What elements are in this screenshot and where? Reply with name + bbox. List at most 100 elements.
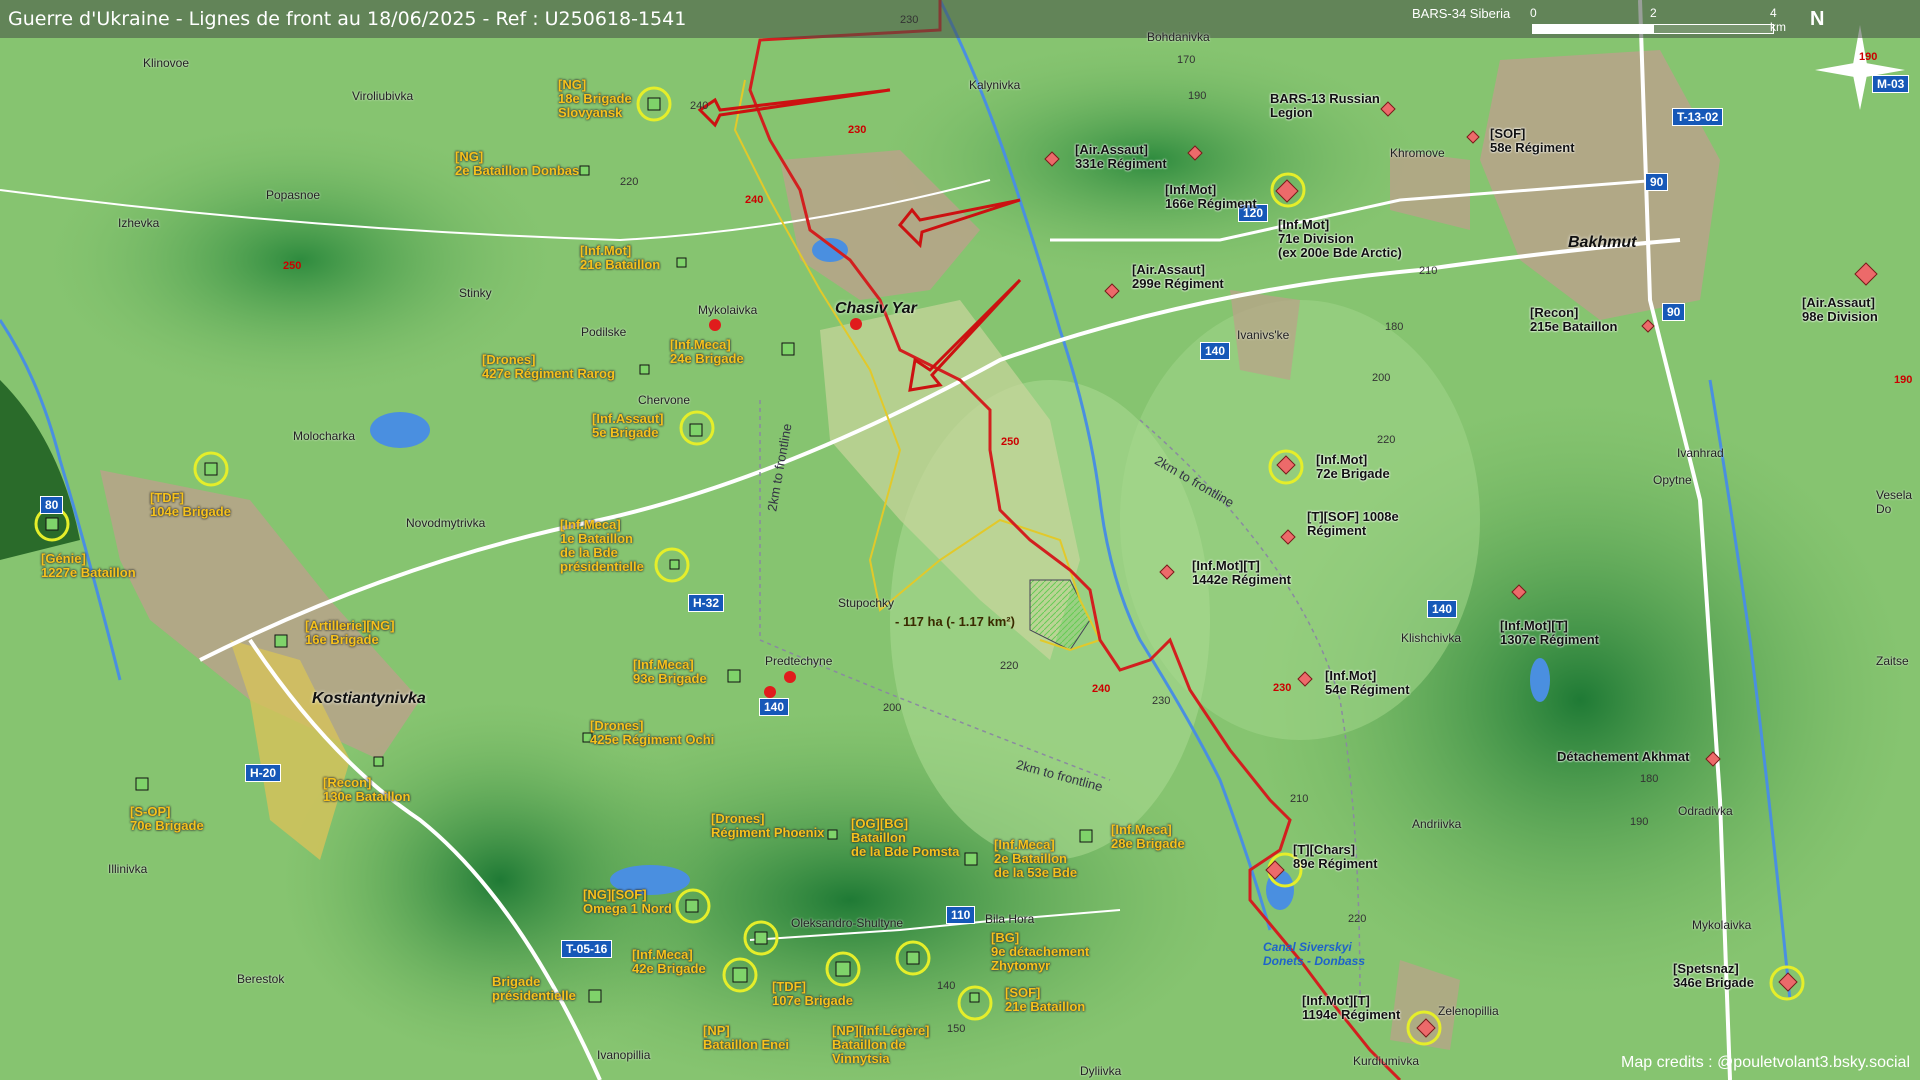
road-shield: T-13-02 — [1672, 108, 1724, 126]
ua-unit-label[interactable]: [Artillerie][NG] 16e Brigade — [305, 619, 395, 647]
ua-unit-label[interactable]: [NP] Bataillon Enei — [703, 1024, 789, 1052]
ua-unit-marker — [669, 559, 680, 570]
ua-unit-marker — [204, 462, 218, 476]
place-label: Klishchivka — [1401, 631, 1462, 645]
ua-unit-label[interactable]: [Inf.Mot] 21e Bataillon — [580, 244, 660, 272]
ua-unit-label[interactable]: [Inf.Assaut] 5e Brigade — [592, 412, 664, 440]
canal-label-line: Donets - Donbass — [1263, 954, 1366, 968]
place-label: Illinivka — [108, 862, 148, 876]
ua-unit-label[interactable]: [Inf.Meca] 1e Bataillon de la Bde président… — [560, 518, 644, 574]
ua-unit-label[interactable]: [NP][Inf.Légère] Bataillon de Vinnytsia — [832, 1024, 930, 1066]
road-shield: 110 — [946, 906, 976, 924]
ru-unit-label[interactable]: [Air.Assaut] 331e Régiment — [1075, 143, 1167, 171]
ru-unit-label[interactable]: [Inf.Mot] 54e Régiment — [1325, 669, 1410, 697]
ua-unit-label[interactable]: [Inf.Meca] 93e Brigade — [633, 658, 707, 686]
ua-unit-label[interactable]: [OG][BG] Bataillon de la Bde Pomsta — [851, 817, 959, 859]
ru-unit-label[interactable]: [T][SOF] 1008e Régiment — [1307, 510, 1399, 538]
place-label: Mykolaivka — [698, 303, 758, 317]
ru-unit-label[interactable]: [Inf.Mot] 166e Régiment — [1165, 183, 1257, 211]
city-bakhmut: Bakhmut — [1568, 234, 1637, 251]
town-dot — [764, 686, 776, 698]
ua-unit-label[interactable]: [TDF] 107e Brigade — [772, 980, 853, 1008]
elevation-label-red: 190 — [1894, 374, 1913, 386]
ua-unit-label[interactable]: [Inf.Meca] 2e Bataillon de la 53e Bde — [994, 838, 1077, 880]
town-dot — [709, 319, 721, 331]
ua-unit-label[interactable]: [SOF] 21e Bataillon — [1005, 986, 1085, 1014]
ua-unit-label[interactable]: [Recon] 130e Bataillon — [323, 776, 410, 804]
north-arrow-label: N — [1810, 8, 1825, 30]
ru-unit-label[interactable]: [Air.Assaut] 98e Division — [1802, 296, 1878, 324]
ru-unit-label[interactable]: BARS-13 Russian Legion — [1270, 92, 1380, 120]
place-label: Zaitse — [1876, 654, 1909, 668]
road-shield: 80 — [40, 496, 64, 514]
place-label: Ivanhrad — [1677, 446, 1724, 460]
place-label: Vesela Do — [1876, 488, 1913, 516]
elevation-label-red: 230 — [1273, 682, 1292, 694]
ru-unit-label[interactable]: [T][Chars] 89e Régiment — [1293, 843, 1378, 871]
elevation-label: 140 — [937, 980, 956, 992]
road-shield: 90 — [1645, 173, 1669, 191]
elevation-label: 230 — [1152, 695, 1171, 707]
elevation-label: 170 — [1177, 54, 1196, 66]
ua-unit-marker — [588, 989, 602, 1003]
ua-unit-label[interactable]: [NG][SOF] Omega 1 Nord — [583, 888, 672, 916]
ua-unit-marker — [835, 961, 851, 977]
road-shield: T-05-16 — [561, 940, 613, 958]
ua-unit-label[interactable]: [Inf.Meca] 24e Brigade — [670, 338, 744, 366]
ua-unit-marker — [135, 777, 149, 791]
elevation-label-red: 240 — [745, 194, 764, 206]
ua-unit-marker — [676, 257, 687, 268]
place-label: Odradivka — [1678, 804, 1733, 818]
place-label: Klinovoe — [143, 56, 190, 70]
ru-unit-label[interactable]: [Recon] 215e Bataillon — [1530, 306, 1617, 334]
elevation-label: 210 — [1290, 793, 1309, 805]
place-label: Popasnoe — [266, 188, 321, 202]
ua-unit-label[interactable]: Brigade présidentielle — [492, 975, 576, 1003]
elevation-label: 220 — [620, 176, 639, 188]
ua-unit-label[interactable]: [Inf.Meca] 28e Brigade — [1111, 823, 1185, 851]
place-label: Zelenopillia — [1438, 1004, 1499, 1018]
ru-unit-label[interactable]: [Inf.Mot][T] 1442e Régiment — [1192, 559, 1291, 587]
place-label: Chervone — [638, 393, 691, 407]
place-label: Predtechyne — [765, 654, 833, 668]
ua-unit-marker — [732, 967, 748, 983]
ru-unit-label[interactable]: Détachement Akhmat — [1557, 750, 1689, 764]
ua-unit-marker — [964, 852, 978, 866]
road-shield: H-20 — [245, 764, 282, 782]
ua-unit-label[interactable]: [TDF] 104e Brigade — [150, 491, 231, 519]
ua-unit-label[interactable]: [NG] 18e Brigade Slovyansk — [558, 78, 632, 120]
ua-unit-label[interactable]: [Inf.Meca] 42e Brigade — [632, 948, 706, 976]
ua-unit-label[interactable]: [S-OP] 70e Brigade — [130, 805, 204, 833]
road-shield: 90 — [1662, 303, 1686, 321]
map-credits: Map credits : @pouletvolant3.bsky.social — [1621, 1054, 1910, 1071]
ru-unit-label[interactable]: [Air.Assaut] 299e Régiment — [1132, 263, 1224, 291]
ua-unit-marker — [639, 364, 650, 375]
lake — [370, 412, 430, 448]
ua-unit-label[interactable]: [Drones] Régiment Phoenix — [711, 812, 824, 840]
ru-unit-label[interactable]: [Inf.Mot][T] 1194e Régiment — [1302, 994, 1400, 1022]
ua-unit-label[interactable]: [BG] 9e détachement Zhytomyr — [991, 931, 1089, 973]
lake — [812, 238, 848, 262]
ru-unit-label[interactable]: [Inf.Mot] 71e Division (ex 200e Bde Arctic… — [1278, 218, 1402, 260]
ru-unit-label[interactable]: [Spetsnaz] 346e Brigade — [1673, 962, 1754, 990]
ua-unit-label[interactable]: [NG] 2e Bataillon Donbas — [455, 150, 579, 178]
ru-unit-label[interactable]: [SOF] 58e Régiment — [1490, 127, 1575, 155]
scale-segment — [1532, 24, 1654, 34]
elevation-label: 220 — [1348, 913, 1367, 925]
ua-unit-marker — [274, 634, 288, 648]
ua-unit-label[interactable]: [Drones] 427e Régiment Rarog — [482, 353, 615, 381]
ua-unit-marker — [685, 899, 699, 913]
ru-unit-label[interactable]: [Inf.Mot][T] 1307e Régiment — [1500, 619, 1599, 647]
ru-unit-label[interactable]: [Inf.Mot] 72e Brigade — [1316, 453, 1390, 481]
elevation-label: 190 — [1630, 816, 1649, 828]
elevation-label: 150 — [947, 1023, 966, 1035]
scale-tick: 0 — [1530, 6, 1537, 20]
place-label: Dyliivka — [1080, 1064, 1122, 1078]
elevation-label: 240 — [690, 100, 709, 112]
ua-unit-label[interactable]: [Drones] 425e Régiment Ochi — [590, 719, 714, 747]
elevation-label-red: 240 — [1092, 683, 1111, 695]
ua-unit-label[interactable]: [Génie] 1227e Bataillon — [41, 552, 136, 580]
ua-unit-marker — [906, 951, 920, 965]
place-label: Mykolaivka — [1692, 918, 1752, 932]
place-label: Khromove — [1390, 146, 1445, 160]
